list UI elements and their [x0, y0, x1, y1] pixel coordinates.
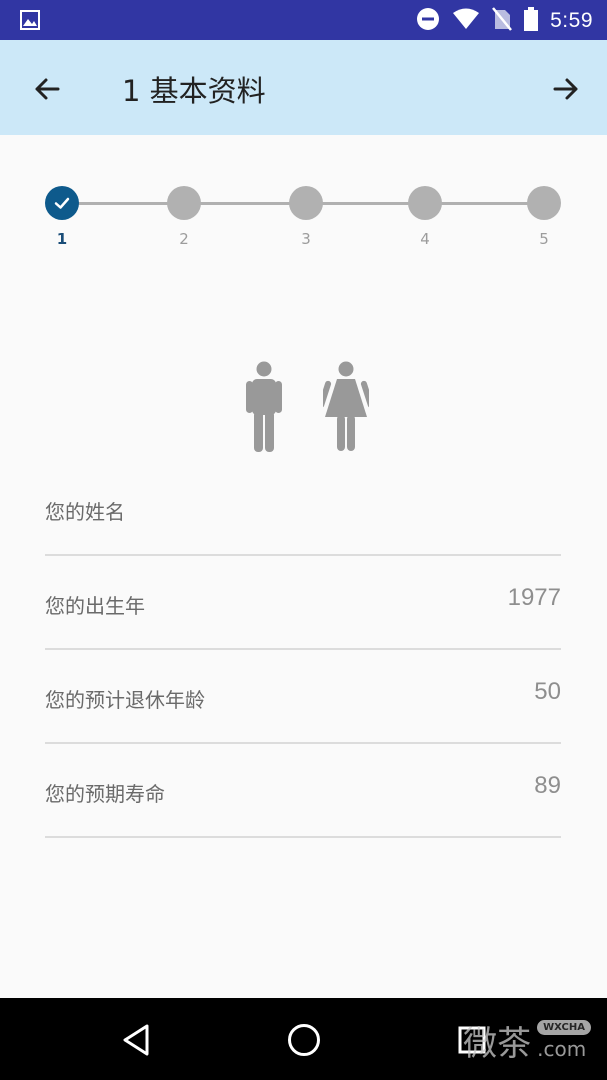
back-button[interactable] — [30, 72, 64, 106]
life-expectancy-value[interactable]: 89 — [534, 772, 561, 800]
watermark-text: 微茶 — [463, 1024, 532, 1064]
watermark-domain: .com — [537, 1037, 587, 1061]
image-icon — [20, 10, 40, 34]
gender-female-button[interactable] — [322, 360, 370, 454]
life-expectancy-label: 您的预期寿命 — [45, 782, 165, 806]
birth-year-field[interactable]: 您的出生年 1977 — [45, 556, 561, 650]
no-sim-icon — [492, 7, 513, 35]
battery-icon — [524, 7, 539, 35]
forward-button[interactable] — [549, 72, 583, 106]
step-label-3: 3 — [301, 230, 311, 248]
gender-male-button[interactable] — [240, 360, 288, 454]
watermark-tag: WXCHA — [537, 1020, 591, 1035]
retire-age-label: 您的预计退休年龄 — [45, 688, 205, 712]
step-5[interactable] — [527, 186, 561, 220]
profile-form: 您的姓名 您的出生年 1977 您的预计退休年龄 50 您的预期寿命 89 — [45, 462, 561, 838]
name-field[interactable]: 您的姓名 — [45, 462, 561, 556]
watermark: 微茶 WXCHA .com — [463, 1016, 591, 1065]
step-label-2: 2 — [179, 230, 189, 248]
back-triangle-icon — [123, 1024, 149, 1056]
step-2[interactable] — [167, 186, 201, 220]
retire-age-field[interactable]: 您的预计退休年龄 50 — [45, 650, 561, 744]
status-time: 5:59 — [550, 9, 593, 32]
step-label-5: 5 — [539, 230, 549, 248]
male-icon — [246, 361, 282, 452]
nav-back-button[interactable] — [116, 1020, 156, 1060]
arrow-right-icon — [553, 78, 578, 100]
gender-selector — [240, 360, 370, 456]
app-bar: 1 基本资料 — [0, 40, 607, 135]
check-icon — [54, 197, 70, 209]
step-label-1: 1 — [56, 230, 68, 248]
progress-stepper: 1 2 3 4 5 — [0, 180, 607, 260]
page-title: 1 基本资料 — [122, 74, 266, 108]
home-circle-icon — [288, 1024, 320, 1056]
name-label: 您的姓名 — [45, 500, 125, 524]
step-3[interactable] — [289, 186, 323, 220]
nav-home-button[interactable] — [284, 1020, 324, 1060]
step-1[interactable] — [45, 186, 79, 220]
female-icon — [323, 361, 369, 451]
birth-year-label: 您的出生年 — [45, 594, 145, 618]
birth-year-value[interactable]: 1977 — [508, 584, 561, 612]
step-label-4: 4 — [420, 230, 430, 248]
arrow-left-icon — [35, 78, 60, 100]
status-bar: 5:59 — [0, 0, 607, 40]
retire-age-value[interactable]: 50 — [534, 678, 561, 706]
life-expectancy-field[interactable]: 您的预期寿命 89 — [45, 744, 561, 838]
wifi-icon — [452, 8, 480, 34]
step-4[interactable] — [408, 186, 442, 220]
dnd-icon — [416, 7, 440, 35]
